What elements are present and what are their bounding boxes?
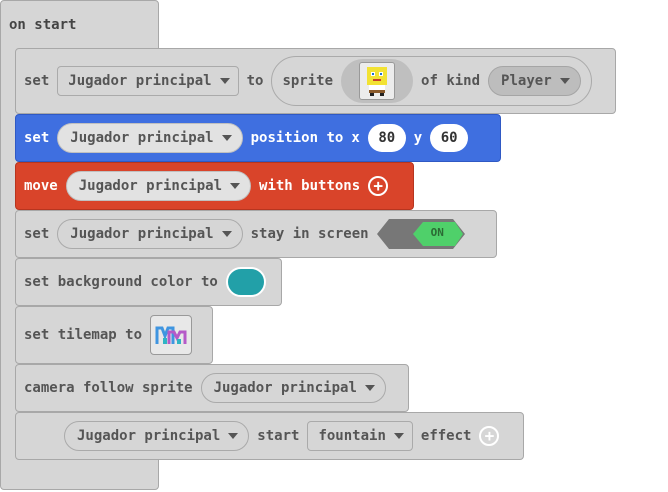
to-keyword: to	[246, 73, 264, 89]
y-keyword: y	[413, 130, 423, 146]
start-keyword: start	[257, 428, 300, 444]
camera-follow-sprite-block[interactable]: camera follow sprite Jugador principal	[15, 364, 409, 412]
stay-in-screen-keyword: stay in screen	[250, 226, 369, 242]
move-keyword: move	[24, 178, 58, 194]
set-keyword: set	[24, 226, 50, 242]
set-sprite-block[interactable]: set Jugador principal to sprite of kind …	[15, 48, 616, 114]
tilemap-picker[interactable]	[150, 315, 193, 355]
set-keyword: set	[24, 73, 50, 89]
sprite-keyword: sprite	[282, 73, 334, 89]
variable-label: Jugador principal	[68, 73, 212, 89]
chevron-down-icon	[230, 183, 241, 189]
effect-dropdown[interactable]: fountain	[307, 421, 413, 451]
expand-plus-icon[interactable]: +	[368, 176, 389, 196]
toggle-shape-icon	[376, 219, 465, 249]
start-effect-block[interactable]: Jugador principal start fountain effect …	[15, 412, 524, 460]
y-value-input[interactable]: 60	[430, 124, 469, 152]
with-buttons-keyword: with buttons	[259, 178, 361, 194]
on-off-toggle[interactable]: ON	[376, 219, 465, 249]
variable-dropdown[interactable]: Jugador principal	[57, 123, 243, 153]
variable-dropdown[interactable]: Jugador principal	[65, 171, 252, 201]
sprite-image-thumbnail	[359, 62, 396, 100]
color-picker-swatch[interactable]	[225, 267, 266, 297]
chevron-down-icon	[559, 78, 570, 84]
set-background-color-block[interactable]: set background color to	[15, 258, 282, 306]
effect-keyword: effect	[420, 428, 472, 444]
variable-label: Jugador principal	[70, 226, 214, 242]
chevron-down-icon	[221, 135, 232, 141]
of-kind-keyword: of kind	[421, 73, 481, 89]
variable-label: Jugador principal	[70, 130, 214, 146]
expand-plus-icon[interactable]: +	[479, 426, 500, 446]
chevron-down-icon	[221, 231, 232, 237]
kind-label: Player	[501, 73, 552, 89]
set-tilemap-block[interactable]: set tilemap to	[15, 306, 213, 364]
variable-dropdown[interactable]: Jugador principal	[57, 219, 243, 249]
tilemap-icon	[155, 326, 187, 344]
effect-name-label: fountain	[318, 428, 386, 444]
variable-dropdown[interactable]: Jugador principal	[64, 421, 250, 451]
set-position-block[interactable]: set Jugador principal position to x 80 y…	[15, 114, 501, 162]
x-value-input[interactable]: 80	[367, 124, 406, 152]
camera-follow-keyword: camera follow sprite	[24, 380, 193, 396]
x-keyword: x	[351, 130, 360, 146]
chevron-down-icon	[393, 433, 404, 439]
stay-in-screen-block[interactable]: set Jugador principal stay in screen ON	[15, 210, 497, 258]
set-keyword: set	[24, 130, 50, 146]
variable-dropdown[interactable]: Jugador principal	[200, 373, 386, 403]
kind-dropdown[interactable]: Player	[488, 66, 581, 96]
on-start-label: on start	[9, 17, 77, 33]
player-sprite-icon	[367, 67, 388, 96]
toggle-state-label: ON	[430, 226, 444, 239]
sprite-image-picker[interactable]	[341, 59, 414, 103]
variable-label: Jugador principal	[213, 380, 357, 396]
background-color-keyword: set background color to	[24, 274, 218, 290]
chevron-down-icon	[364, 385, 375, 391]
variable-label: Jugador principal	[78, 178, 223, 194]
sprite-reporter[interactable]: sprite of kind Player	[271, 56, 592, 106]
variable-label: Jugador principal	[77, 428, 221, 444]
chevron-down-icon	[219, 78, 230, 84]
variable-dropdown[interactable]: Jugador principal	[57, 66, 239, 96]
tilemap-keyword: set tilemap to	[24, 327, 143, 343]
move-with-buttons-block[interactable]: move Jugador principal with buttons +	[15, 162, 414, 210]
position-to-keyword: position to	[250, 130, 344, 146]
chevron-down-icon	[228, 433, 239, 439]
